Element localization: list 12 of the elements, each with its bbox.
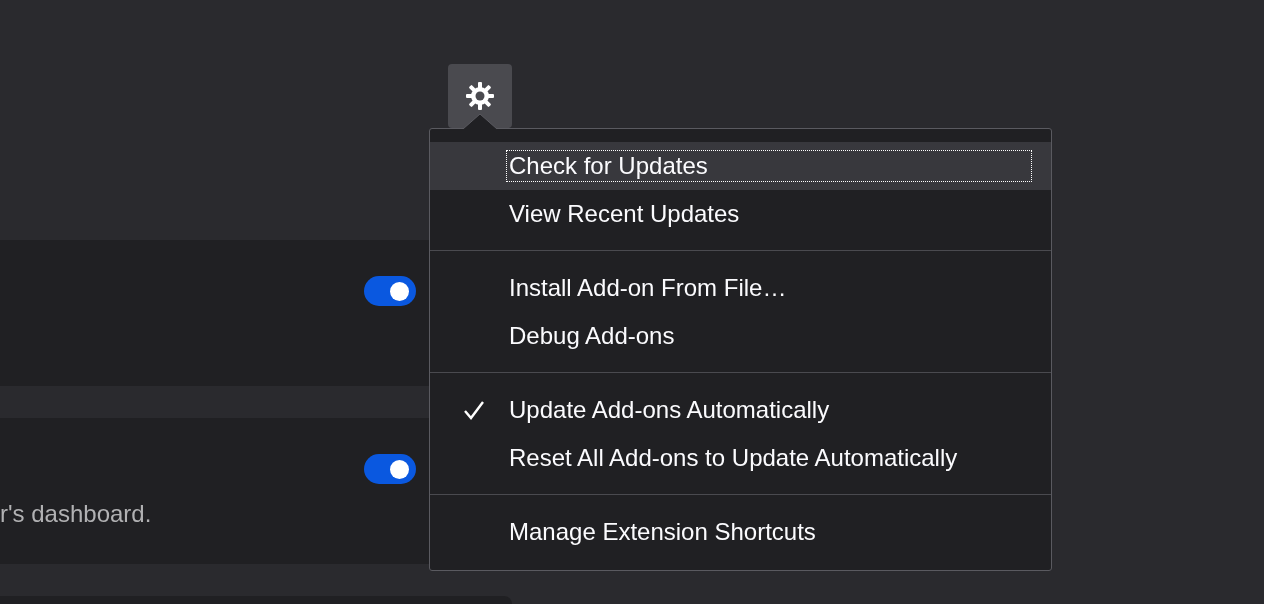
extension-description: r's dashboard. [0,499,152,529]
menu-item[interactable]: Debug Add-ons [430,312,1051,360]
settings-icon [464,80,496,112]
menu-item[interactable]: Install Add-on From File… [430,264,1051,312]
enable-toggle[interactable] [364,276,416,306]
menu-item[interactable]: View Recent Updates [430,190,1051,238]
menu-item[interactable]: Update Add-ons Automatically [430,386,1051,434]
menu-item[interactable]: Manage Extension Shortcuts [430,508,1051,556]
settings-button[interactable] [448,64,512,128]
enable-toggle[interactable] [364,454,416,484]
menu-item[interactable]: Check for Updates [430,142,1051,190]
menu-item[interactable]: Reset All Add-ons to Update Automatically [430,434,1051,482]
